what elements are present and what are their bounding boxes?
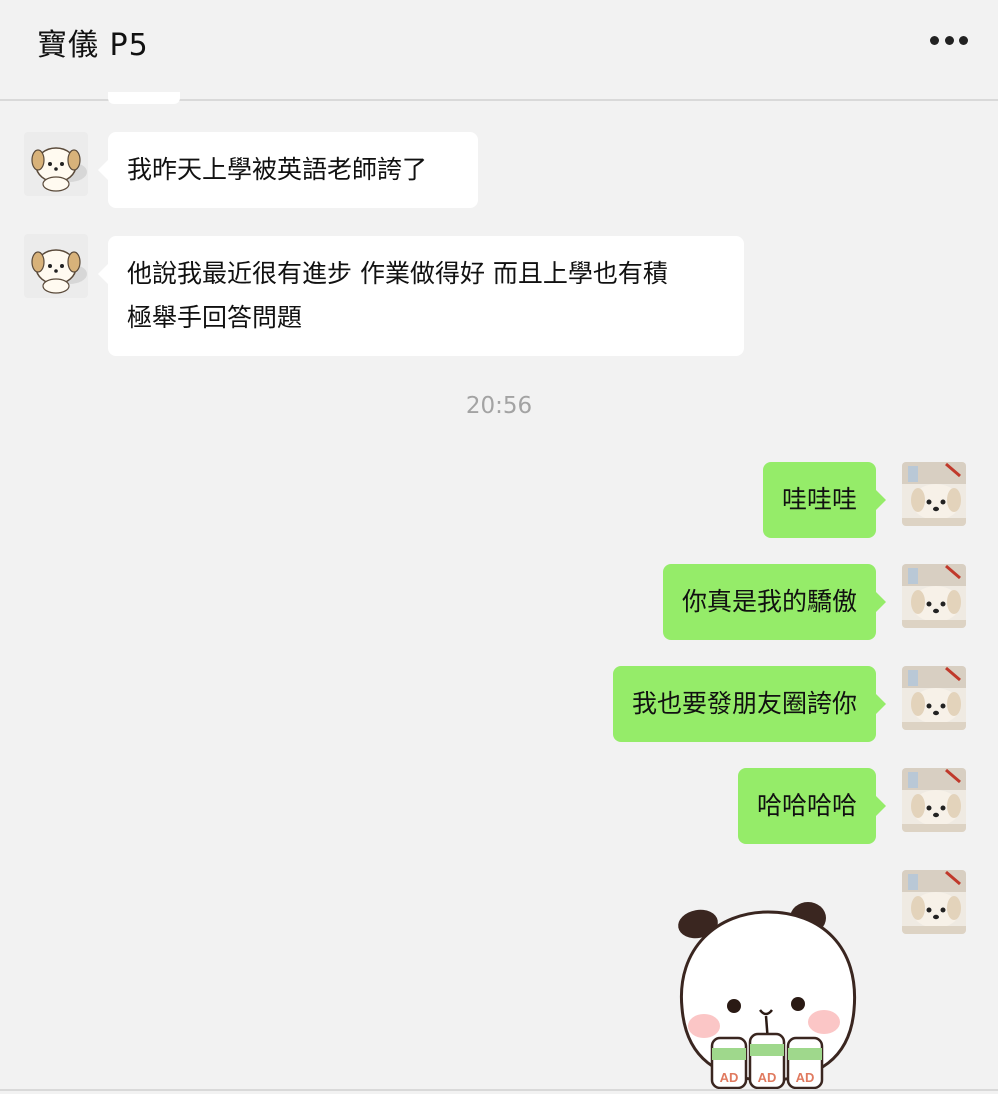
contact-avatar[interactable] [24, 132, 88, 196]
chat-header: 寶儀 P5 [0, 0, 998, 101]
more-options-icon[interactable] [930, 30, 968, 50]
message-text: 我也要發朋友圈誇你 [631, 689, 857, 718]
svg-text:AD: AD [796, 1070, 815, 1085]
chat-title: 寶儀 P5 [37, 28, 149, 63]
my-avatar[interactable] [902, 462, 966, 526]
contact-avatar[interactable] [24, 234, 88, 298]
incoming-message[interactable]: 他說我最近很有進步 作業做得好 而且上學也有積 極舉手回答問題 [98, 236, 744, 356]
incoming-message[interactable]: 我昨天上學被英語老師誇了 [98, 132, 478, 208]
outgoing-message[interactable]: 哈哈哈哈 [737, 768, 887, 844]
message-text-line: 他說我最近很有進步 作業做得好 而且上學也有積 [127, 259, 668, 288]
drink-bottle-icon: AD [786, 1036, 824, 1090]
outgoing-message[interactable]: 你真是我的驕傲 [662, 564, 887, 640]
message-text: 我昨天上學被英語老師誇了 [127, 155, 428, 184]
drink-bottle-icon: AD [748, 1032, 786, 1090]
input-bar-divider [0, 1089, 998, 1091]
outgoing-message[interactable]: 我也要發朋友圈誇你 [612, 666, 887, 742]
my-avatar[interactable] [902, 564, 966, 628]
svg-text:AD: AD [720, 1070, 739, 1085]
message-text: 哈哈哈哈 [756, 791, 857, 820]
message-text-line: 極舉手回答問題 [127, 303, 303, 332]
drink-bottle-icon: AD [710, 1036, 748, 1090]
my-avatar[interactable] [902, 666, 966, 730]
message-text: 你真是我的驕傲 [681, 587, 857, 616]
my-avatar[interactable] [902, 870, 966, 934]
message-timestamp: 20:56 [465, 393, 533, 419]
partial-previous-message [108, 92, 180, 104]
message-text: 哇哇哇 [781, 485, 857, 514]
panda-sticker-icon[interactable]: AD AD AD [668, 898, 868, 1090]
my-avatar[interactable] [902, 768, 966, 832]
outgoing-message[interactable]: 哇哇哇 [762, 462, 887, 538]
svg-text:AD: AD [758, 1070, 777, 1085]
